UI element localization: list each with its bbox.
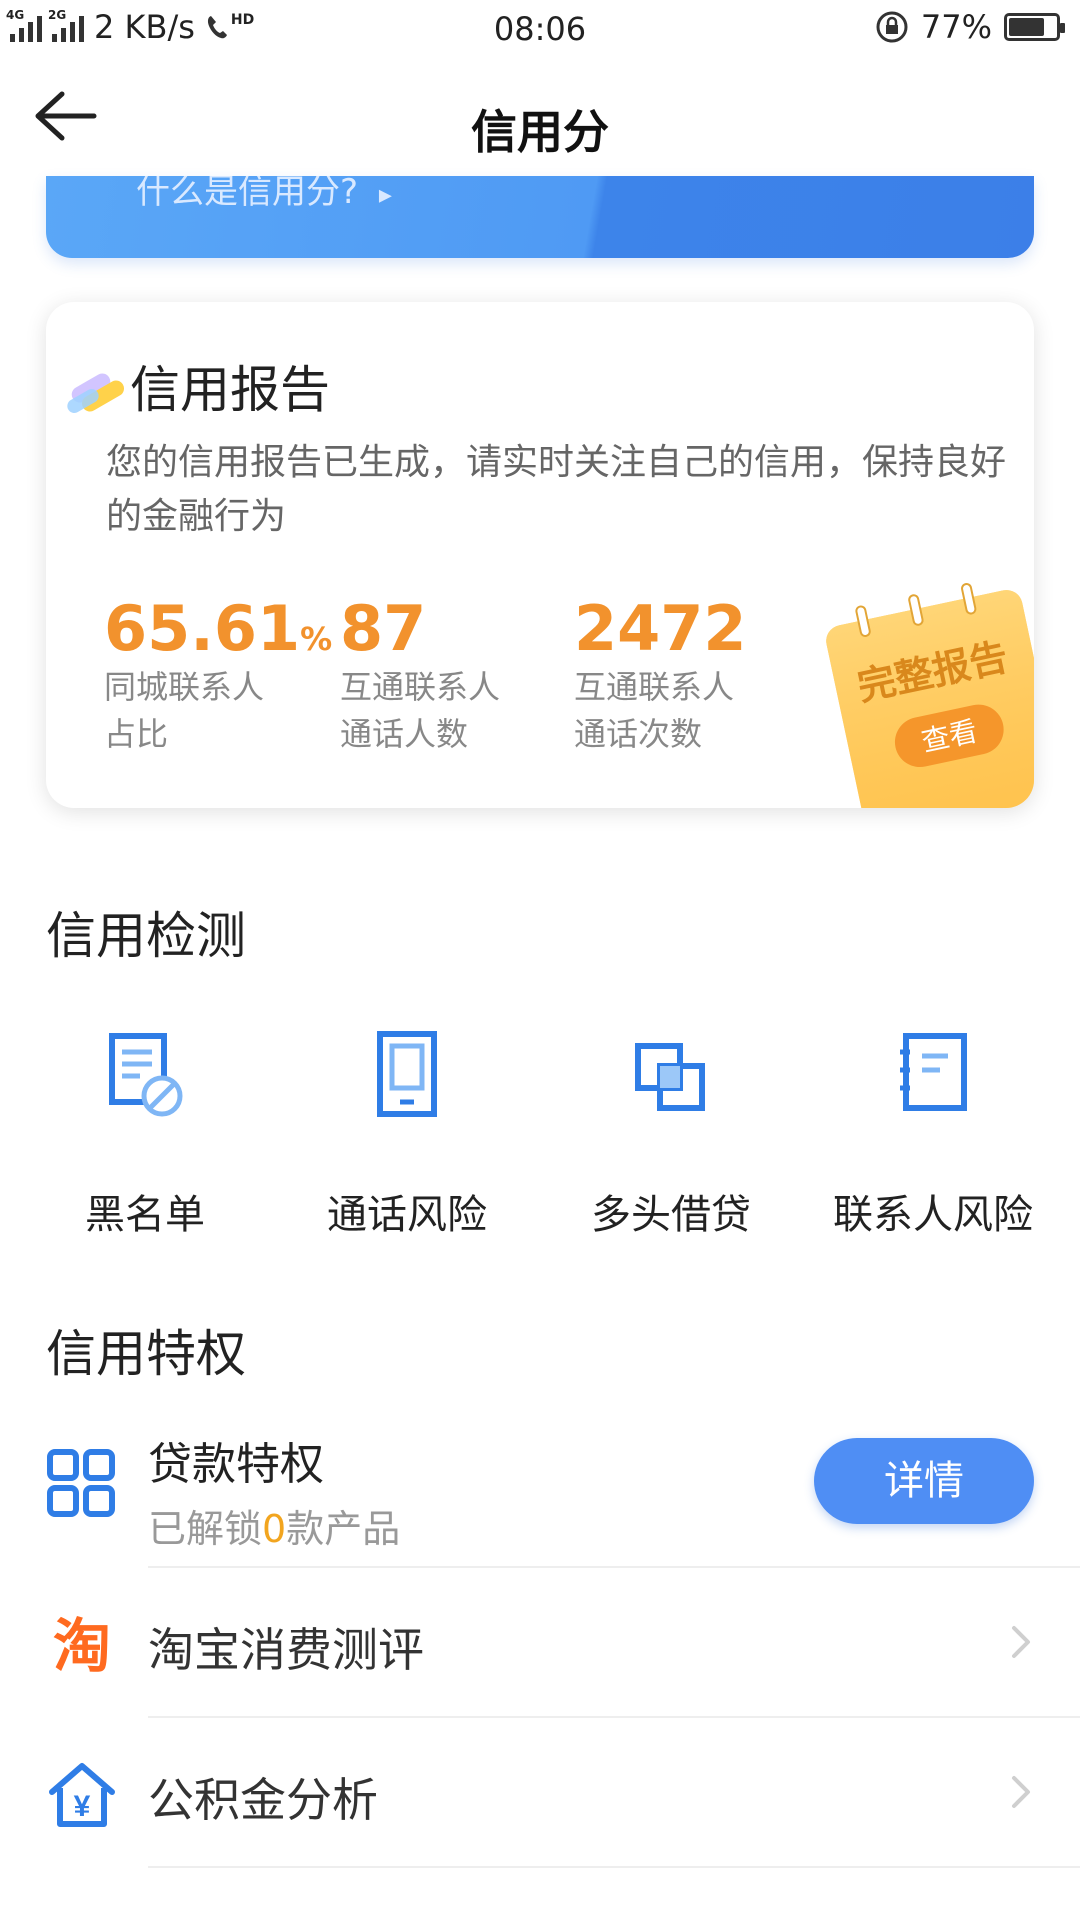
- detect-item-blacklist[interactable]: 黑名单: [10, 1030, 280, 1240]
- stat-value: 87: [340, 592, 427, 665]
- detect-item-multi-lending[interactable]: 多头借贷: [536, 1030, 806, 1240]
- loan-privilege-subtitle: 已解锁0款产品: [148, 1498, 400, 1553]
- chevron-right-icon: [1012, 1776, 1030, 1808]
- house-fund-icon: ¥: [49, 1763, 115, 1827]
- stat-label: 通话人数: [340, 715, 469, 753]
- page-title: 信用分: [471, 105, 609, 159]
- stat-label: 占比: [104, 715, 169, 753]
- stat-local-contact-ratio: 65.61% 同城联系人 占比: [104, 594, 332, 758]
- report-description: 您的信用报告已生成，请实时关注自己的信用，保持良好的金融行为: [106, 442, 1007, 537]
- battery-percent: 77%: [920, 8, 992, 46]
- loan-privilege-title: 贷款特权: [148, 1439, 324, 1490]
- stat-label: 互通联系人: [574, 668, 735, 706]
- loan-sub-suffix: 款产品: [286, 1507, 401, 1551]
- stat-value: 2472: [574, 592, 747, 665]
- battery-icon: [1004, 13, 1065, 41]
- detect-label: 黑名单: [85, 1192, 205, 1238]
- section-title-privileges: 信用特权: [46, 1325, 246, 1383]
- report-title: 信用报告: [130, 361, 330, 419]
- section-title-detection: 信用检测: [46, 907, 246, 965]
- loan-privilege-row: 贷款特权 已解锁0款产品 详情: [0, 1420, 1080, 1554]
- loan-sub-prefix: 已解锁: [148, 1507, 263, 1551]
- list-item-label: 公积金分析: [148, 1773, 378, 1827]
- stat-label: 互通联系人: [340, 668, 501, 706]
- banner-link-text[interactable]: 什么是信用分? ▸: [136, 176, 392, 213]
- status-bar: 4G 2G 2 KB/s HD 08:06 77%: [0, 0, 1080, 56]
- status-right: 77%: [875, 8, 1065, 46]
- taobao-icon-glyph: 淘: [53, 1614, 111, 1679]
- loan-unlocked-count: 0: [262, 1507, 287, 1551]
- rotation-lock-icon: [876, 11, 908, 43]
- blacklist-icon: [109, 1033, 183, 1117]
- stat-mutual-contacts: 87 互通联系人 通话人数: [340, 594, 500, 758]
- detect-item-call-risk[interactable]: 通话风险: [272, 1030, 542, 1240]
- contact-book-icon: [900, 1033, 967, 1111]
- divider: [148, 1866, 1080, 1868]
- detect-label: 多头借贷: [591, 1192, 751, 1238]
- full-report-notepad[interactable]: 完整报告 查看: [820, 568, 1034, 808]
- grid-apps-icon: [47, 1449, 115, 1517]
- details-button[interactable]: 详情: [814, 1438, 1034, 1524]
- list-item-label: 淘宝消费测评: [148, 1623, 424, 1677]
- overlap-squares-icon: [635, 1043, 705, 1111]
- banner-chevron-icon: ▸: [378, 180, 392, 210]
- credit-score-banner[interactable]: 什么是信用分? ▸: [46, 176, 1034, 258]
- stat-value: 65.61: [104, 592, 301, 665]
- credit-report-card: 信用报告 您的信用报告已生成，请实时关注自己的信用，保持良好的金融行为 65.6…: [46, 302, 1034, 808]
- detect-label: 联系人风险: [833, 1192, 1033, 1238]
- list-item-housing-fund[interactable]: ¥ 公积金分析: [0, 1718, 1080, 1866]
- list-item-taobao[interactable]: 淘 淘宝消费测评: [0, 1568, 1080, 1716]
- stat-mutual-calls: 2472 互通联系人 通话次数: [574, 594, 747, 758]
- detect-label: 通话风险: [327, 1192, 487, 1238]
- taobao-icon: 淘: [53, 1614, 111, 1679]
- nav-bar: 信用分: [0, 56, 1080, 176]
- banner-text[interactable]: 什么是信用分?: [136, 176, 358, 212]
- yuan-glyph: ¥: [74, 1790, 91, 1823]
- battery-fill: [1009, 18, 1044, 36]
- stat-unit: %: [300, 620, 333, 658]
- detect-item-contact-risk[interactable]: 联系人风险: [798, 1030, 1068, 1240]
- phone-icon: [377, 1031, 437, 1117]
- stat-label: 同城联系人: [104, 668, 265, 706]
- report-badge-icon: [67, 373, 124, 413]
- chevron-right-icon: [1012, 1626, 1030, 1658]
- stat-label: 通话次数: [574, 715, 703, 753]
